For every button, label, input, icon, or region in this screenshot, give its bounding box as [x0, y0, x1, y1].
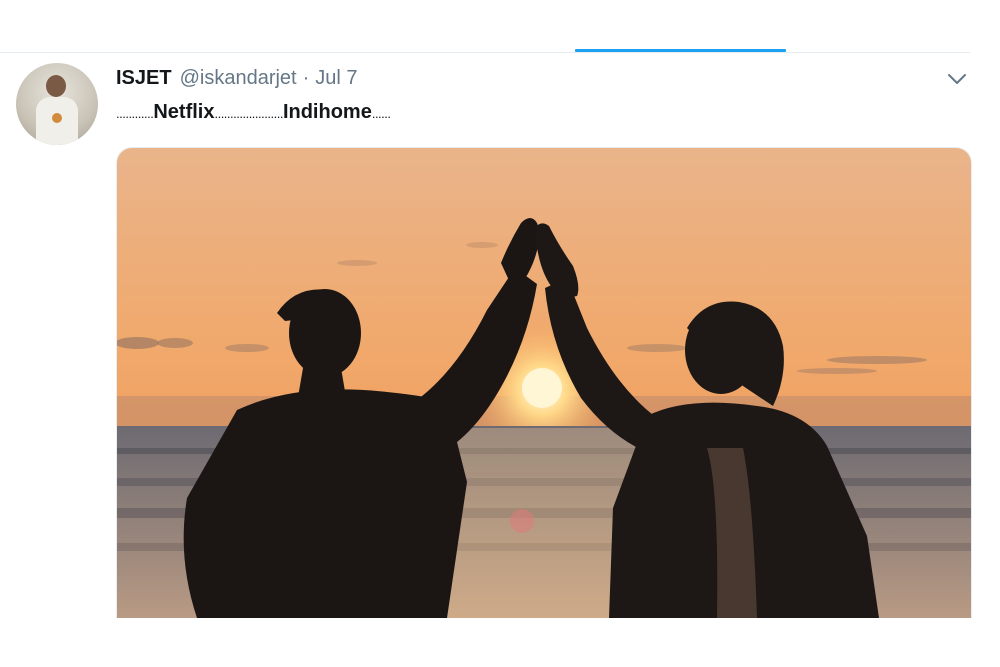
avatar-head: [46, 75, 66, 97]
display-name[interactable]: ISJET: [116, 67, 172, 90]
tweet-header: ISJET @iskandarjet · Jul 7: [116, 67, 358, 91]
active-tab-indicator: [575, 49, 786, 52]
avatar[interactable]: [16, 63, 98, 145]
tweet-text: ............Netflix.....................…: [116, 101, 391, 124]
tweet-media-photo[interactable]: [116, 147, 972, 618]
user-handle[interactable]: @iskandarjet: [180, 67, 297, 90]
tweet-text-indihome: Indihome: [282, 101, 372, 123]
tweet-text-netflix: Netflix: [153, 101, 215, 123]
tweet[interactable]: ISJET @iskandarjet · Jul 7 ............N…: [0, 53, 972, 667]
tweet-text-dots-3: ......: [371, 106, 391, 121]
chevron-down-icon[interactable]: [946, 71, 968, 87]
photo-two-men-high-five-at-sunset-beach: [117, 148, 971, 618]
tweet-text-dots-1: ............: [116, 106, 154, 121]
tweet-text-dots-2: ......................: [214, 106, 283, 121]
avatar-shirt-logo: [52, 113, 62, 123]
tweet-date[interactable]: Jul 7: [315, 67, 357, 90]
separator-dot: ·: [302, 67, 310, 89]
